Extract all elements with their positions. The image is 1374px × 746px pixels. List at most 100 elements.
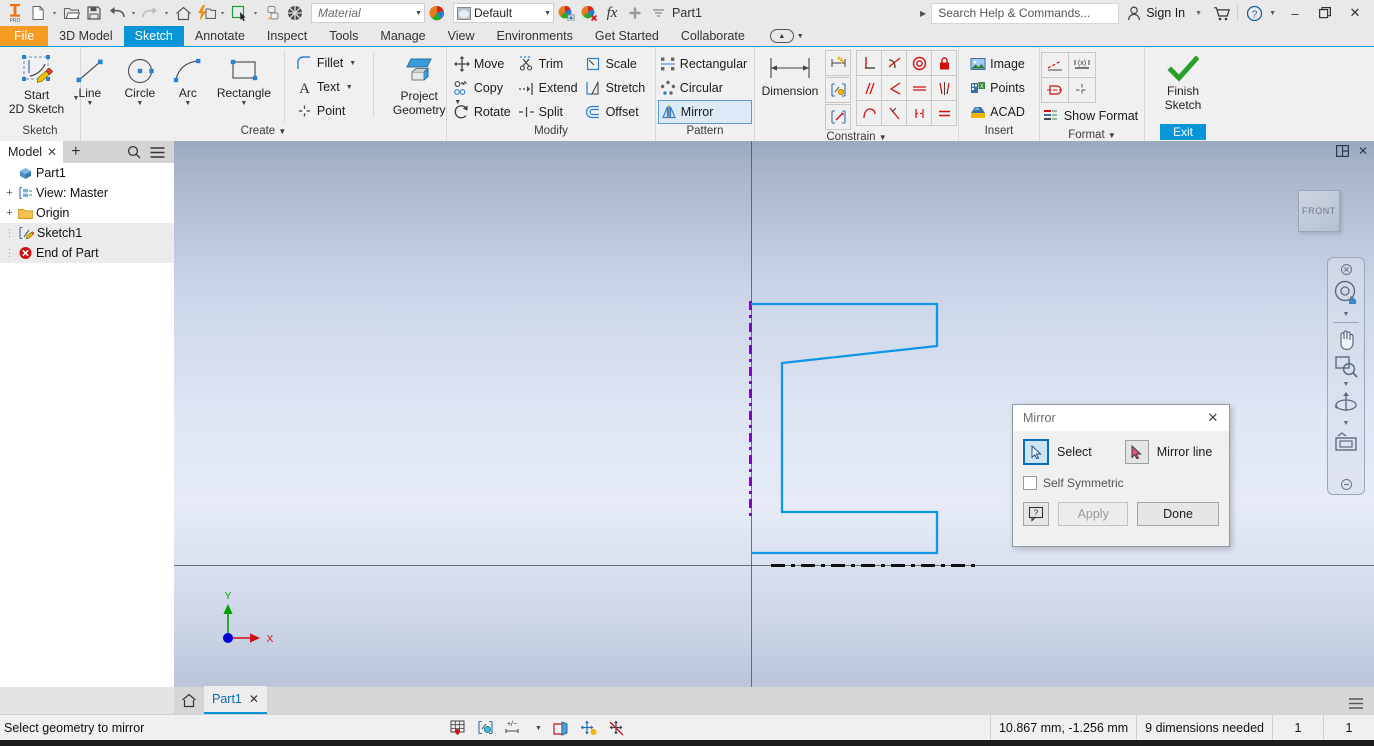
steering-wheel-home-icon[interactable] <box>1331 277 1361 309</box>
tab-3d-model[interactable]: 3D Model <box>48 26 124 46</box>
text-dropdown[interactable]: ▼ <box>346 84 353 91</box>
fx-parameters-button[interactable]: fx <box>601 2 623 24</box>
fillet-button[interactable]: Fillet ▼ <box>294 51 361 75</box>
dimension-button[interactable]: Dimension <box>757 50 823 98</box>
perpendicular-constraint-icon[interactable] <box>856 50 882 76</box>
redo-button[interactable] <box>139 2 161 24</box>
horizontal-constraint-icon[interactable] <box>906 100 932 126</box>
tangent-constraint-icon[interactable] <box>881 50 907 76</box>
tab-file[interactable]: File <box>0 26 49 46</box>
relax-mode-icon[interactable] <box>608 720 626 736</box>
parallel-constraint-icon[interactable] <box>856 75 882 101</box>
plus-icon[interactable]: + <box>63 144 88 160</box>
image-button[interactable]: Image <box>968 52 1030 76</box>
graphics-viewport[interactable]: ✕ FRONT ▼ ▼ ▼ Y X Mirror ✕ Select Mirror… <box>174 141 1374 693</box>
select-geometry-button[interactable] <box>1023 439 1049 465</box>
help-button[interactable]: ? <box>1023 502 1050 526</box>
stretch-button[interactable]: Stretch <box>583 76 651 100</box>
look-at-icon[interactable] <box>1331 429 1361 455</box>
close-view-icon[interactable]: ✕ <box>1358 144 1368 158</box>
tree-expander[interactable]: + <box>4 207 15 219</box>
update-button[interactable] <box>195 2 217 24</box>
constraint-display-icon[interactable] <box>477 720 494 736</box>
tab-environments[interactable]: Environments <box>485 26 583 46</box>
new-document-button[interactable] <box>27 2 49 24</box>
tree-item-part1[interactable]: Part1 <box>0 163 174 183</box>
material-selector[interactable]: Material ▼ <box>311 3 425 23</box>
mirror-button[interactable]: Mirror <box>657 100 753 124</box>
trim-button[interactable]: Trim <box>516 52 583 76</box>
close-icon[interactable]: ✕ <box>249 692 259 706</box>
search-input[interactable]: Search Help & Commands... <box>931 2 1120 24</box>
undo-button[interactable] <box>106 2 128 24</box>
apply-button[interactable]: Apply <box>1058 502 1129 526</box>
constraint-settings-icon[interactable] <box>825 104 851 130</box>
tree-item-origin[interactable]: + Origin <box>0 203 174 223</box>
minimize-button[interactable]: – <box>1280 1 1310 25</box>
coincident-constraint-icon[interactable] <box>881 75 907 101</box>
navbar-close-icon[interactable] <box>1331 262 1361 276</box>
vertical-constraint-icon[interactable] <box>881 100 907 126</box>
close-icon[interactable]: ✕ <box>47 145 57 159</box>
grid-snap-icon[interactable] <box>450 720 467 736</box>
zoom-window-icon[interactable] <box>1331 353 1361 379</box>
clear-appearance-button[interactable] <box>578 2 600 24</box>
dof-display-icon[interactable] <box>580 720 598 736</box>
navbar-dropdown-1[interactable]: ▼ <box>1343 310 1350 319</box>
hamburger-menu-icon[interactable] <box>150 146 165 159</box>
navbar-dropdown-3[interactable]: ▼ <box>1343 419 1350 428</box>
copy-button[interactable]: Copy <box>452 76 516 100</box>
project-geometry-button[interactable]: Project Geometry <box>384 53 454 117</box>
browser-tab-model[interactable]: Model ✕ <box>0 141 64 163</box>
scale-button[interactable]: Scale <box>583 52 651 76</box>
mirror-line-vertical[interactable] <box>749 301 752 519</box>
save-document-button[interactable] <box>83 2 105 24</box>
select-cursor-dropdown[interactable] <box>251 2 260 24</box>
circle-dropdown[interactable]: ▼ <box>136 100 143 107</box>
help-button[interactable]: ? <box>1243 2 1265 24</box>
appearance-sphere-button[interactable] <box>284 2 306 24</box>
concentric-constraint-icon[interactable] <box>906 50 932 76</box>
select-cursor-button[interactable] <box>228 2 250 24</box>
tab-sketch[interactable]: Sketch <box>123 26 184 46</box>
exit-button[interactable]: Exit <box>1160 124 1206 140</box>
extend-button[interactable]: Extend <box>516 76 583 100</box>
sign-in-button[interactable]: Sign In <box>1119 6 1193 21</box>
center-point-icon[interactable] <box>1067 77 1096 103</box>
document-tabs-menu[interactable] <box>1348 697 1374 714</box>
construction-line-icon[interactable] <box>1040 52 1069 78</box>
equal-constraint-icon[interactable] <box>931 100 957 126</box>
redo-dropdown[interactable] <box>162 2 171 24</box>
point-button[interactable]: Point <box>294 99 361 123</box>
offset-button[interactable]: Offset <box>583 100 651 124</box>
shopping-cart-icon[interactable] <box>1210 2 1232 24</box>
adjust-appearance-button[interactable] <box>555 2 577 24</box>
appearance-selector[interactable]: Default ▼ <box>453 3 554 23</box>
tree-item-end-of-part[interactable]: ⋮ End of Part <box>0 243 174 263</box>
tab-manage[interactable]: Manage <box>369 26 436 46</box>
restore-button[interactable] <box>1310 1 1340 25</box>
navbar-minimize-icon[interactable] <box>1331 477 1361 491</box>
home-tab-button[interactable] <box>174 687 204 714</box>
ribbon-minimize-control[interactable]: ▲ ▼ <box>769 26 804 46</box>
rectangle-button[interactable]: Rectangle ▼ <box>210 53 278 107</box>
tab-annotate[interactable]: Annotate <box>184 26 256 46</box>
centerline-icon[interactable] <box>1040 77 1069 103</box>
line-dropdown[interactable]: ▼ <box>86 100 93 107</box>
tab-inspect[interactable]: Inspect <box>256 26 318 46</box>
close-button[interactable]: ✕ <box>1340 1 1370 25</box>
document-tab-part1[interactable]: Part1 ✕ <box>204 686 267 714</box>
fillet-dropdown[interactable]: ▼ <box>349 60 356 67</box>
update-dropdown[interactable] <box>218 2 227 24</box>
view-cube[interactable]: FRONT <box>1298 190 1340 232</box>
slice-graphics-icon[interactable] <box>552 720 570 736</box>
dimension-display-dropdown[interactable]: ▼ <box>535 725 542 732</box>
text-button[interactable]: A Text ▼ <box>294 75 361 99</box>
circle-button[interactable]: Circle ▼ <box>114 53 166 107</box>
mirror-dialog-titlebar[interactable]: Mirror ✕ <box>1013 405 1229 431</box>
show-constraints-icon[interactable] <box>825 77 851 103</box>
tab-get-started[interactable]: Get Started <box>584 26 670 46</box>
tree-expander[interactable]: + <box>4 187 15 199</box>
tab-collaborate[interactable]: Collaborate <box>670 26 756 46</box>
fix-constraint-icon[interactable] <box>931 50 957 76</box>
